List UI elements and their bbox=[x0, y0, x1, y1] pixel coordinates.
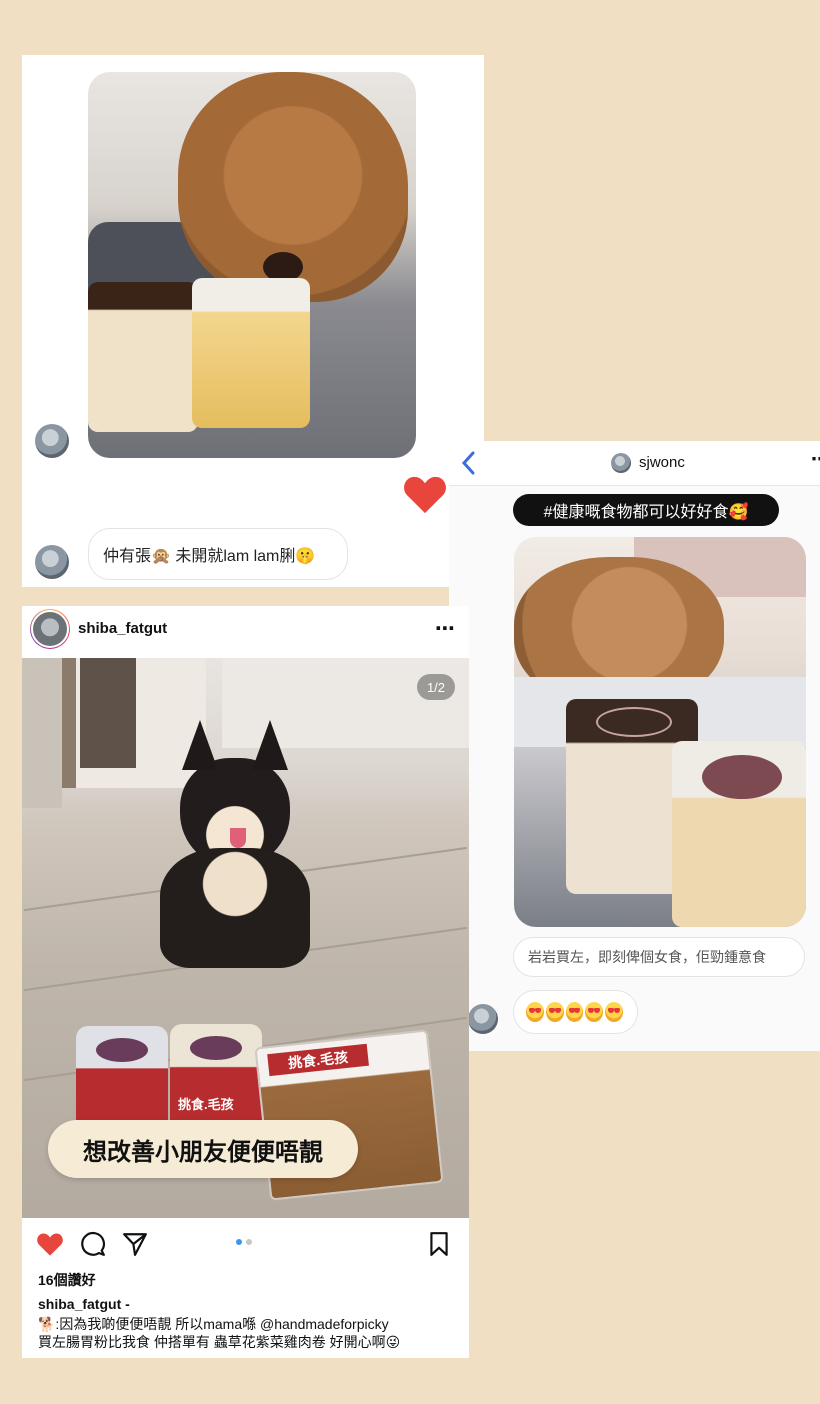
chat-avatar[interactable] bbox=[611, 453, 631, 473]
post-avatar[interactable] bbox=[30, 609, 70, 649]
heart-eyes-emoji-icon bbox=[605, 1002, 623, 1022]
caption-banner-text: #健康嘅食物都可以好好食🥰 bbox=[543, 504, 749, 521]
message-1-text: 岩岩買左，即刻俾個女食，佢勁鍾意食 bbox=[528, 949, 766, 965]
reply-message-bubble[interactable]: 仲有張🙊 未開就lam lam脷🤫 bbox=[88, 528, 348, 580]
dm-screenshot-right: sjwonc ⋯ #健康嘅食物都可以好好食🥰 岩岩買左，即刻俾個女食，佢勁鍾意食 bbox=[449, 441, 820, 1051]
dm-screenshot-top: 仲有張🙊 未開就lam lam脷🤫 bbox=[22, 55, 484, 587]
heart-eyes-emoji-icon bbox=[585, 1002, 604, 1022]
post-username[interactable]: shiba_fatgut bbox=[78, 620, 167, 637]
sticker-text: 想改善小朋友便便唔靚 bbox=[83, 1138, 323, 1166]
more-icon[interactable]: ⋯ bbox=[811, 449, 820, 470]
heart-eyes-emoji-icon bbox=[545, 1002, 564, 1022]
more-options-icon[interactable]: ⋯ bbox=[435, 616, 455, 641]
caption-username[interactable]: shiba_fatgut - bbox=[38, 1296, 130, 1312]
message-1-bubble[interactable]: 岩岩買左，即刻俾個女食，佢勁鍾意食 bbox=[513, 937, 805, 977]
jar-white-lid bbox=[672, 741, 806, 927]
bookmark-save-icon[interactable] bbox=[428, 1231, 450, 1257]
carousel-dot bbox=[246, 1239, 252, 1245]
comment-icon[interactable] bbox=[80, 1231, 106, 1257]
caption-banner: #健康嘅食物都可以好好食🥰 bbox=[513, 494, 779, 526]
jar-label-text: 挑食.毛孩 bbox=[178, 1097, 234, 1112]
likes-count[interactable]: 16個讚好 bbox=[38, 1270, 96, 1290]
heart-eyes-emoji-icon bbox=[526, 1002, 544, 1022]
jar-right bbox=[192, 278, 310, 428]
like-heart-icon[interactable] bbox=[36, 1231, 64, 1257]
sender-avatar[interactable] bbox=[35, 424, 69, 458]
dm-photo-poodle-jars[interactable] bbox=[514, 537, 806, 927]
dm-header: sjwonc ⋯ bbox=[449, 441, 820, 486]
bag-label-text: 挑食.毛孩 bbox=[287, 1048, 349, 1072]
post-photo[interactable]: 挑食.毛孩 挑食.毛孩 1/2 想改善小朋友便便唔靚 bbox=[22, 658, 469, 1218]
post-header: shiba_fatgut ⋯ bbox=[22, 606, 469, 654]
receiver-avatar[interactable] bbox=[35, 545, 69, 579]
caption-line-1: 🐕:因為我啲便便唔靚 所以mama喺 @handmadeforpicky bbox=[38, 1316, 389, 1332]
carousel-dot-active bbox=[236, 1239, 242, 1245]
back-chevron-icon[interactable] bbox=[461, 451, 477, 475]
reply-message-text: 仲有張🙊 未開就lam lam脷🤫 bbox=[103, 548, 316, 565]
share-send-icon[interactable] bbox=[122, 1231, 148, 1257]
heart-eyes-emoji-icon bbox=[565, 1002, 584, 1022]
overlay-sticker: 想改善小朋友便便唔靚 bbox=[48, 1120, 358, 1178]
dm-photo-poodle[interactable] bbox=[88, 72, 416, 458]
jar-left bbox=[88, 282, 198, 432]
instagram-post: shiba_fatgut ⋯ 挑食.毛孩 挑食.毛孩 1/2 想改善小朋友便便唔… bbox=[22, 606, 469, 1358]
message-2-bubble[interactable] bbox=[513, 990, 638, 1034]
heart-reaction-icon[interactable] bbox=[402, 473, 448, 515]
carousel-dots bbox=[236, 1239, 252, 1245]
caption-line-2: 買左腸胃粉比我食 仲搭單有 蟲草花紫菜雞肉卷 好開心啊😜 bbox=[38, 1334, 401, 1350]
sender-avatar-right[interactable] bbox=[468, 1004, 498, 1034]
page-indicator: 1/2 bbox=[417, 674, 455, 700]
chat-username[interactable]: sjwonc bbox=[639, 454, 685, 471]
